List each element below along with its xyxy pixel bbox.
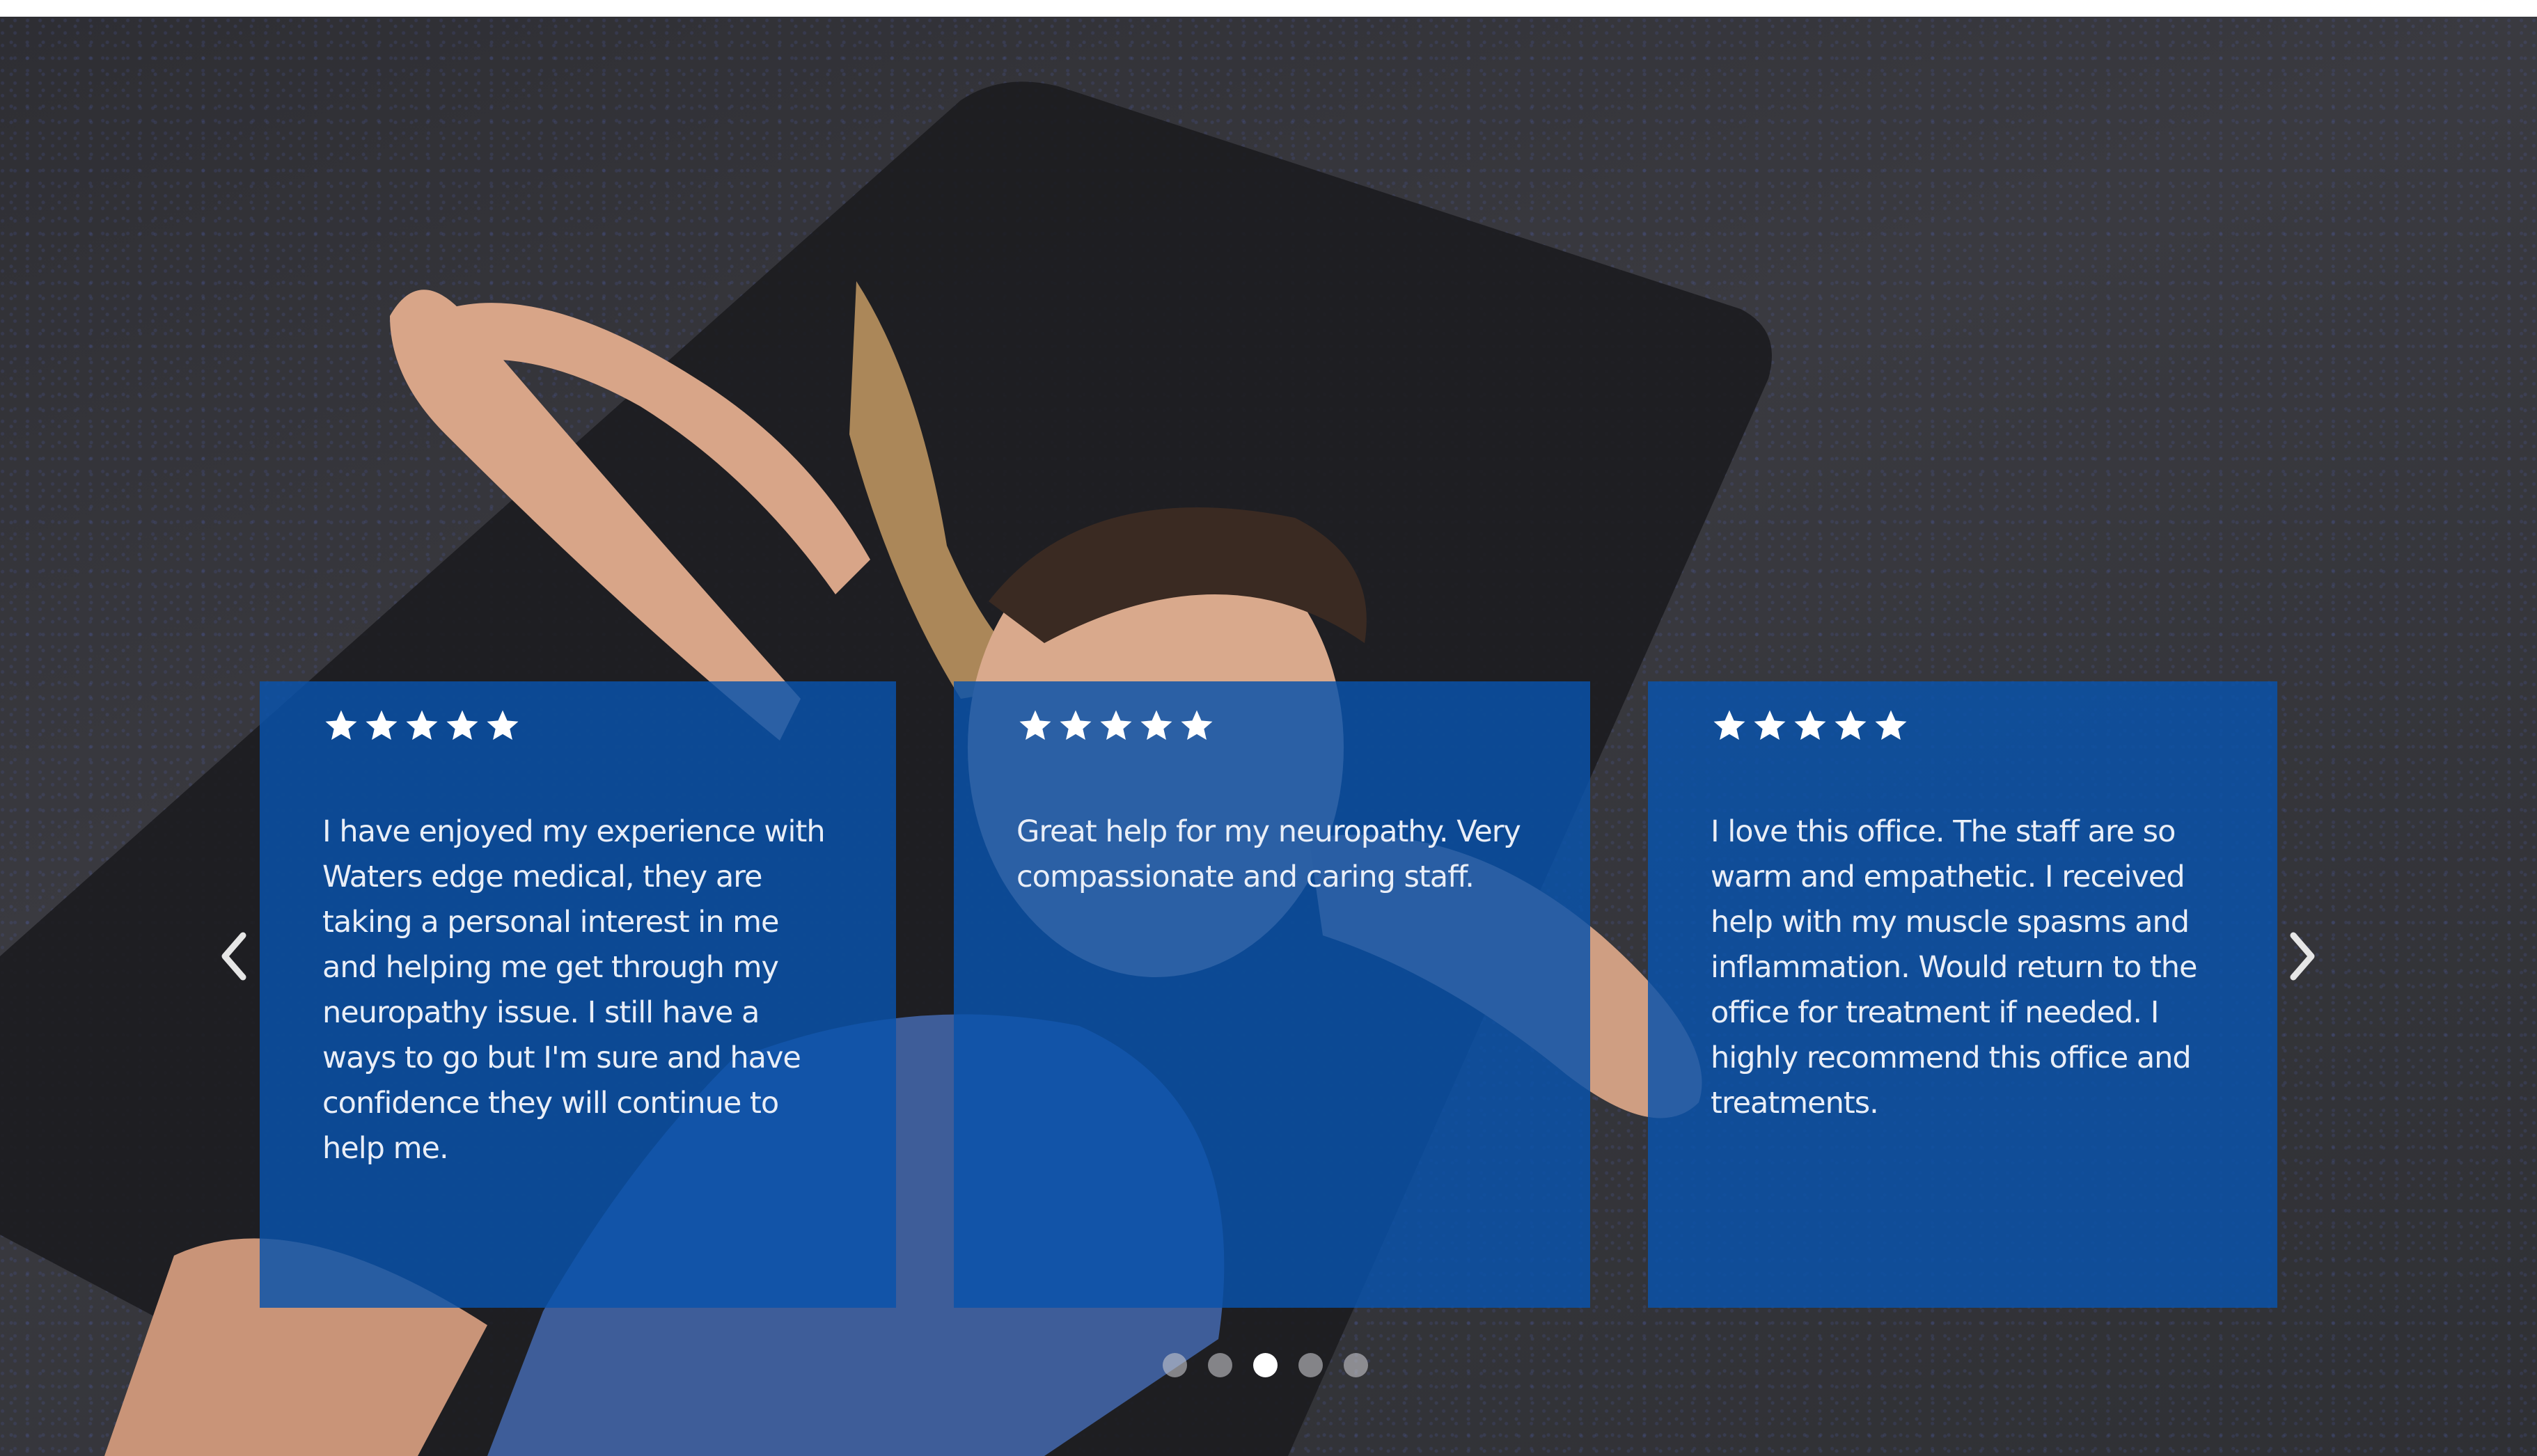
- carousel-prev-button[interactable]: [212, 928, 254, 984]
- star-icon: [1140, 710, 1172, 741]
- testimonial-text: Great help for my neuropathy. Very compa…: [1016, 814, 1521, 894]
- testimonial-card: I have enjoyed my experience with Waters…: [260, 681, 896, 1308]
- carousel-dot-2[interactable]: [1208, 1353, 1232, 1377]
- star-rating: [1016, 706, 1527, 745]
- testimonial-card: Great help for my neuropathy. Very compa…: [954, 681, 1590, 1308]
- star-icon: [1875, 710, 1907, 741]
- carousel-dot-3[interactable]: [1253, 1353, 1278, 1377]
- star-icon: [1060, 710, 1092, 741]
- carousel-next-button[interactable]: [2282, 928, 2324, 984]
- star-icon: [1181, 710, 1213, 741]
- testimonial-card: I love this office. The staff are so war…: [1648, 681, 2277, 1308]
- carousel-dot-5[interactable]: [1344, 1353, 1368, 1377]
- star-icon: [446, 710, 478, 741]
- star-icon: [1019, 710, 1051, 741]
- star-icon: [487, 710, 519, 741]
- testimonials-section: I have enjoyed my experience with Waters…: [0, 17, 2537, 1456]
- star-icon: [1835, 710, 1867, 741]
- chevron-right-icon: [2290, 932, 2315, 981]
- carousel-pagination: [1163, 1353, 1368, 1377]
- carousel-dot-4[interactable]: [1298, 1353, 1323, 1377]
- star-icon: [1713, 710, 1745, 741]
- star-rating: [1711, 706, 2215, 745]
- testimonials-carousel: I have enjoyed my experience with Waters…: [0, 17, 2537, 1456]
- chevron-left-icon: [221, 932, 246, 981]
- star-icon: [1754, 710, 1786, 741]
- star-icon: [325, 710, 357, 741]
- testimonial-text: I have enjoyed my experience with Waters…: [322, 814, 826, 1166]
- testimonial-text: I love this office. The staff are so war…: [1711, 814, 2197, 1121]
- star-icon: [366, 710, 398, 741]
- star-rating: [322, 706, 833, 745]
- star-icon: [406, 710, 438, 741]
- carousel-dot-1[interactable]: [1163, 1353, 1187, 1377]
- star-icon: [1100, 710, 1132, 741]
- star-icon: [1794, 710, 1826, 741]
